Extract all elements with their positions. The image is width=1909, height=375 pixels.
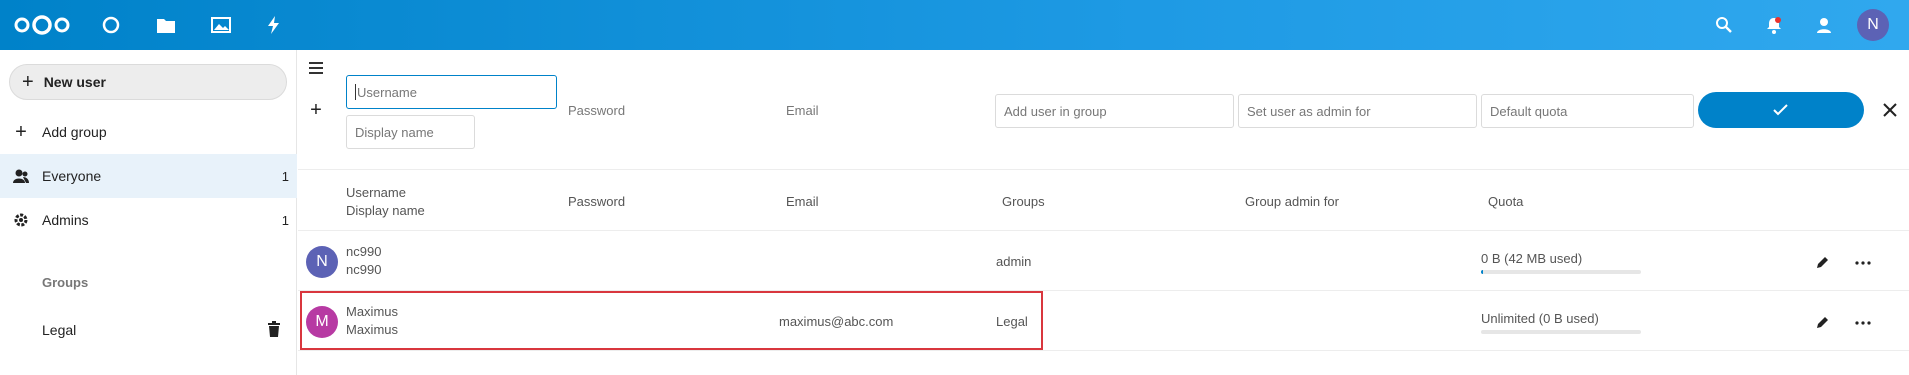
admin-gear-icon <box>12 211 30 229</box>
column-email: Email <box>786 194 819 209</box>
column-display-name: Display name <box>346 203 425 218</box>
username-placeholder: Username <box>357 84 417 100</box>
sidebar-item-count: 1 <box>281 212 289 228</box>
new-user-label: New user <box>43 74 106 90</box>
row-display-name: nc990 <box>346 262 382 277</box>
photos-icon[interactable] <box>209 13 233 37</box>
row-groups: admin <box>996 254 1032 269</box>
sidebar-item-admins[interactable]: Admins 1 <box>0 198 297 242</box>
add-group-label: Add group <box>42 124 107 140</box>
sidebar-item-everyone[interactable]: Everyone 1 <box>0 154 297 198</box>
edit-pencil-icon[interactable] <box>1812 313 1832 333</box>
user-avatar[interactable]: N <box>1857 9 1889 41</box>
add-row-icon[interactable]: + <box>304 98 328 122</box>
edit-pencil-icon[interactable] <box>1812 253 1832 273</box>
email-input[interactable]: Email <box>786 103 819 118</box>
checkmark-icon <box>1773 104 1788 116</box>
users-icon <box>12 167 30 185</box>
quota-placeholder: Default quota <box>1490 103 1568 119</box>
more-options-icon[interactable] <box>1853 313 1873 333</box>
divider <box>298 230 1909 231</box>
quota-bar <box>1481 330 1641 334</box>
column-groups: Groups <box>1002 194 1045 209</box>
activity-icon[interactable] <box>262 13 286 37</box>
column-password: Password <box>568 194 626 209</box>
nextcloud-logo-icon[interactable] <box>12 13 72 37</box>
row-username: nc990 <box>346 244 382 259</box>
display-name-input[interactable]: Display name <box>346 115 475 149</box>
groups-caption: Groups <box>42 275 89 290</box>
add-group-placeholder: Add user in group <box>1004 103 1107 119</box>
contacts-icon[interactable] <box>1812 13 1836 37</box>
divider <box>298 169 1909 170</box>
selection-highlight <box>300 291 1043 350</box>
password-input[interactable]: Password <box>568 103 625 118</box>
new-user-button[interactable]: + New user <box>9 64 287 100</box>
quota-bar <box>1481 270 1641 274</box>
search-icon[interactable] <box>1712 13 1736 37</box>
quota-select[interactable]: Default quota <box>1481 94 1694 128</box>
sidebar: + New user + Add group Everyone 1 Admins… <box>0 50 297 375</box>
sidebar-item-label: Admins <box>42 212 89 228</box>
text-caret <box>355 84 356 100</box>
close-icon[interactable] <box>1878 98 1902 122</box>
username-input[interactable]: Username <box>346 75 557 109</box>
notifications-icon[interactable] <box>1762 13 1786 37</box>
top-header: N <box>0 0 1909 50</box>
confirm-button[interactable] <box>1698 92 1864 128</box>
files-icon[interactable] <box>154 13 178 37</box>
column-quota: Quota <box>1488 194 1524 209</box>
plus-icon: + <box>22 71 34 93</box>
admin-for-placeholder: Set user as admin for <box>1247 103 1371 119</box>
admin-for-select[interactable]: Set user as admin for <box>1238 94 1477 128</box>
sidebar-item-label: Everyone <box>42 168 102 184</box>
row-quota: 0 B (42 MB used) <box>1481 251 1583 266</box>
plus-icon: + <box>15 120 27 143</box>
sidebar-item-label: Legal <box>42 322 77 338</box>
column-group-admin: Group admin for <box>1245 194 1339 209</box>
row-quota: Unlimited (0 B used) <box>1481 311 1599 326</box>
display-name-placeholder: Display name <box>355 124 434 140</box>
divider <box>298 350 1909 351</box>
add-group-select[interactable]: Add user in group <box>995 94 1234 128</box>
dashboard-icon[interactable] <box>99 13 123 37</box>
trash-icon[interactable] <box>267 320 281 340</box>
sidebar-item-legal[interactable]: Legal <box>0 308 297 352</box>
avatar: N <box>306 246 338 278</box>
sidebar-item-count: 1 <box>281 168 289 184</box>
column-username: Username <box>346 185 406 200</box>
menu-toggle-icon[interactable] <box>304 56 328 80</box>
add-group-button[interactable]: + Add group <box>0 110 297 154</box>
more-options-icon[interactable] <box>1853 253 1873 273</box>
